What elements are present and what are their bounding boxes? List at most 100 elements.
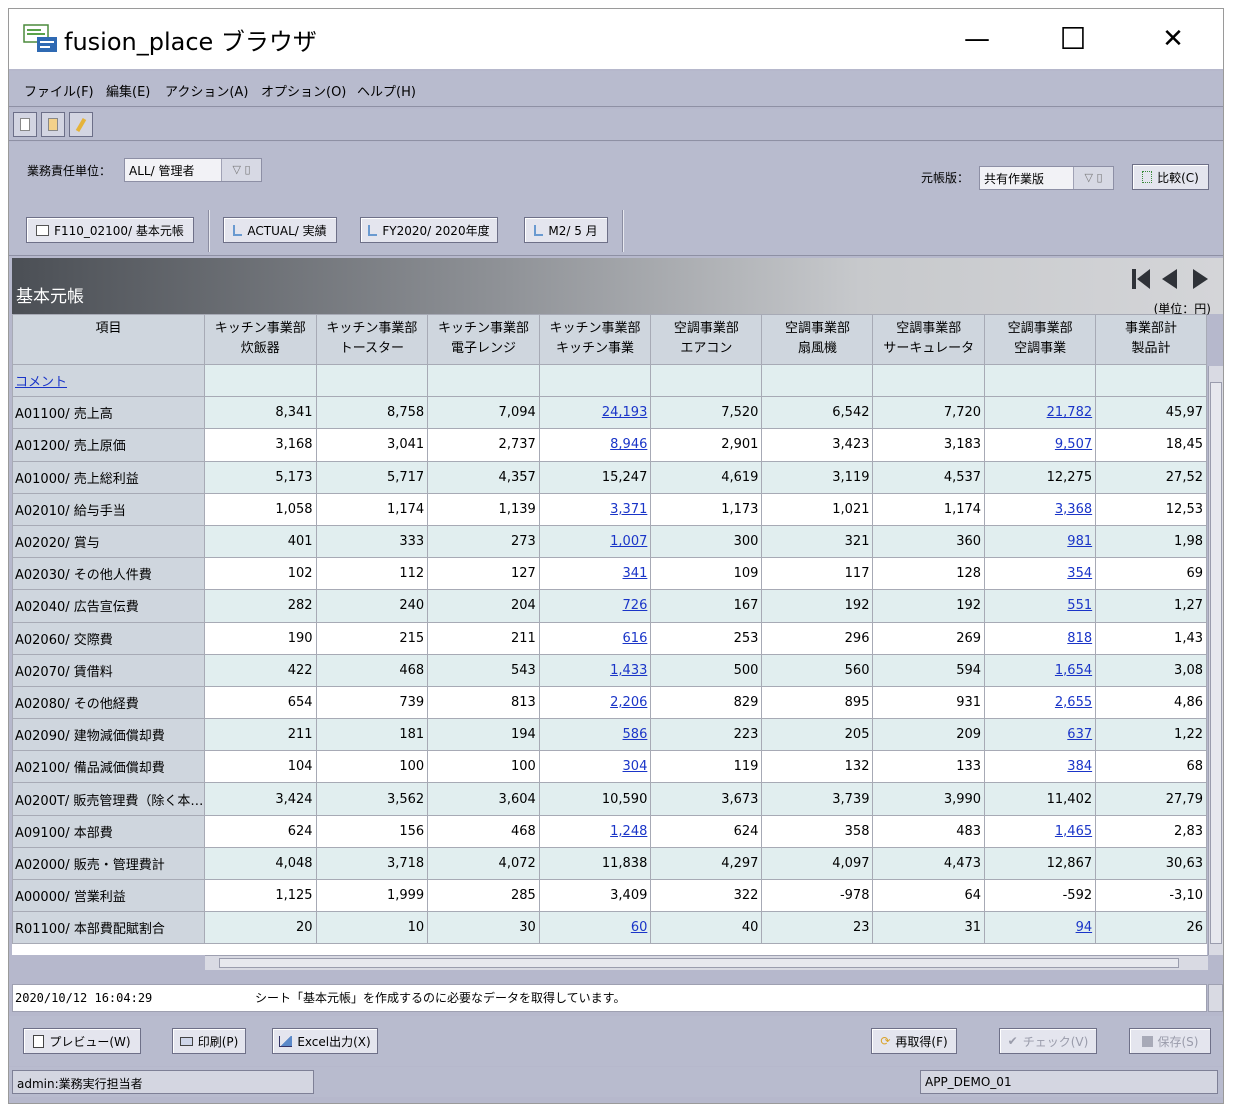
data-cell[interactable]: 1,27 bbox=[1095, 589, 1207, 623]
data-cell[interactable]: 211 bbox=[427, 621, 540, 655]
data-cell[interactable]: 269 bbox=[872, 621, 986, 655]
data-cell[interactable]: 69 bbox=[1095, 557, 1207, 591]
data-cell[interactable]: 10,590 bbox=[538, 782, 652, 816]
data-cell[interactable]: 726 bbox=[538, 589, 652, 623]
data-cell[interactable]: 4,097 bbox=[761, 846, 874, 881]
data-cell[interactable]: 624 bbox=[203, 814, 317, 848]
data-cell[interactable]: 64 bbox=[872, 878, 986, 913]
drilldown-link[interactable]: 21,782 bbox=[1047, 405, 1093, 420]
data-cell[interactable]: 285 bbox=[427, 878, 540, 913]
data-cell[interactable]: 4,297 bbox=[650, 846, 763, 881]
data-cell[interactable]: 112 bbox=[315, 557, 429, 591]
data-cell[interactable]: 12,53 bbox=[1095, 492, 1207, 526]
data-cell[interactable]: 895 bbox=[761, 685, 874, 720]
drilldown-link[interactable]: 586 bbox=[623, 727, 648, 742]
data-cell[interactable]: 1,654 bbox=[984, 653, 1097, 687]
comment-cell[interactable] bbox=[203, 363, 317, 398]
data-cell[interactable]: 1,021 bbox=[761, 492, 874, 526]
data-cell[interactable]: 300 bbox=[650, 524, 763, 559]
data-cell[interactable]: 45,97 bbox=[1095, 396, 1207, 430]
data-cell[interactable]: 211 bbox=[203, 718, 317, 752]
data-cell[interactable]: 127 bbox=[427, 557, 540, 591]
drilldown-link[interactable]: 3,368 bbox=[1055, 502, 1092, 517]
data-cell[interactable]: 3,183 bbox=[872, 428, 986, 462]
dim-period-button[interactable]: M2/ 5 月 bbox=[524, 217, 608, 243]
data-cell[interactable]: 68 bbox=[1095, 750, 1207, 784]
data-cell[interactable]: 7,520 bbox=[650, 396, 763, 430]
data-cell[interactable]: 2,901 bbox=[650, 428, 763, 462]
drilldown-link[interactable]: 94 bbox=[1076, 920, 1093, 935]
data-cell[interactable]: 3,368 bbox=[984, 492, 1097, 526]
drilldown-link[interactable]: 304 bbox=[623, 759, 648, 774]
comment-cell[interactable] bbox=[650, 363, 763, 398]
data-cell[interactable]: 3,990 bbox=[872, 782, 986, 816]
data-cell[interactable]: 1,174 bbox=[872, 492, 986, 526]
data-cell[interactable]: 3,08 bbox=[1095, 653, 1207, 687]
drilldown-link[interactable]: 384 bbox=[1067, 759, 1092, 774]
drilldown-link[interactable]: 60 bbox=[631, 920, 648, 935]
data-cell[interactable]: 360 bbox=[872, 524, 986, 559]
data-cell[interactable]: 2,655 bbox=[984, 685, 1097, 720]
comment-link[interactable]: コメント bbox=[15, 375, 67, 390]
data-cell[interactable]: 4,048 bbox=[203, 846, 317, 881]
data-cell[interactable]: 156 bbox=[315, 814, 429, 848]
data-cell[interactable]: 23 bbox=[761, 911, 874, 945]
data-cell[interactable]: 21,782 bbox=[984, 396, 1097, 430]
data-cell[interactable]: -978 bbox=[761, 878, 874, 913]
data-cell[interactable]: 321 bbox=[761, 524, 874, 559]
menu-file[interactable]: ファイル(F) bbox=[24, 81, 94, 100]
data-cell[interactable]: 341 bbox=[538, 557, 652, 591]
data-cell[interactable]: 3,604 bbox=[427, 782, 540, 816]
data-cell[interactable]: 8,946 bbox=[538, 428, 652, 462]
data-cell[interactable]: 100 bbox=[427, 750, 540, 784]
horizontal-scroll-thumb[interactable] bbox=[219, 958, 1179, 968]
data-cell[interactable]: 2,83 bbox=[1095, 814, 1207, 848]
check-button[interactable]: ✔ チェック(V) bbox=[999, 1028, 1097, 1054]
data-cell[interactable]: 8,758 bbox=[315, 396, 429, 430]
drilldown-link[interactable]: 818 bbox=[1067, 631, 1092, 646]
data-cell[interactable]: 7,094 bbox=[427, 396, 540, 430]
drilldown-link[interactable]: 616 bbox=[623, 631, 648, 646]
drilldown-link[interactable]: 726 bbox=[623, 598, 648, 613]
data-cell[interactable]: 7,720 bbox=[872, 396, 986, 430]
data-cell[interactable]: 818 bbox=[984, 621, 1097, 655]
data-cell[interactable]: 829 bbox=[650, 685, 763, 720]
data-cell[interactable]: -3,10 bbox=[1095, 878, 1207, 913]
data-cell[interactable]: 132 bbox=[761, 750, 874, 784]
print-button[interactable]: 印刷(P) bbox=[172, 1028, 246, 1054]
data-cell[interactable]: 20 bbox=[203, 911, 317, 945]
data-cell[interactable]: 543 bbox=[427, 653, 540, 687]
data-cell[interactable]: 5,173 bbox=[203, 460, 317, 494]
data-cell[interactable]: 94 bbox=[984, 911, 1097, 945]
data-cell[interactable]: 11,838 bbox=[538, 846, 652, 881]
preview-button[interactable]: プレビュー(W) bbox=[23, 1028, 141, 1054]
data-cell[interactable]: 1,173 bbox=[650, 492, 763, 526]
data-cell[interactable]: 1,999 bbox=[315, 878, 429, 913]
log-scrollbar[interactable] bbox=[1208, 984, 1223, 1012]
filter-icon[interactable]: ▽ ▯ bbox=[221, 159, 261, 181]
drilldown-link[interactable]: 3,371 bbox=[610, 502, 647, 517]
data-cell[interactable]: 3,168 bbox=[203, 428, 317, 462]
data-cell[interactable]: 637 bbox=[984, 718, 1097, 752]
save-button[interactable]: 保存(S) bbox=[1129, 1028, 1211, 1054]
data-cell[interactable]: 500 bbox=[650, 653, 763, 687]
drilldown-link[interactable]: 551 bbox=[1067, 598, 1092, 613]
data-cell[interactable]: 1,98 bbox=[1095, 524, 1207, 559]
drilldown-link[interactable]: 981 bbox=[1067, 534, 1092, 549]
data-cell[interactable]: 654 bbox=[203, 685, 317, 720]
drilldown-link[interactable]: 1,007 bbox=[610, 534, 647, 549]
data-cell[interactable]: 4,537 bbox=[872, 460, 986, 494]
maximize-button[interactable]: ☐ bbox=[1025, 9, 1121, 69]
minimize-button[interactable]: — bbox=[929, 9, 1025, 69]
comment-cell[interactable] bbox=[1095, 363, 1207, 398]
data-cell[interactable]: 483 bbox=[872, 814, 986, 848]
data-cell[interactable]: 119 bbox=[650, 750, 763, 784]
data-cell[interactable]: 9,507 bbox=[984, 428, 1097, 462]
prev-page-icon[interactable] bbox=[1162, 269, 1177, 289]
drilldown-link[interactable]: 8,946 bbox=[610, 437, 647, 452]
menu-action[interactable]: アクション(A) bbox=[165, 81, 248, 100]
copy-icon[interactable] bbox=[13, 112, 37, 137]
data-cell[interactable]: 192 bbox=[761, 589, 874, 623]
data-cell[interactable]: 551 bbox=[984, 589, 1097, 623]
data-cell[interactable]: 60 bbox=[538, 911, 652, 945]
